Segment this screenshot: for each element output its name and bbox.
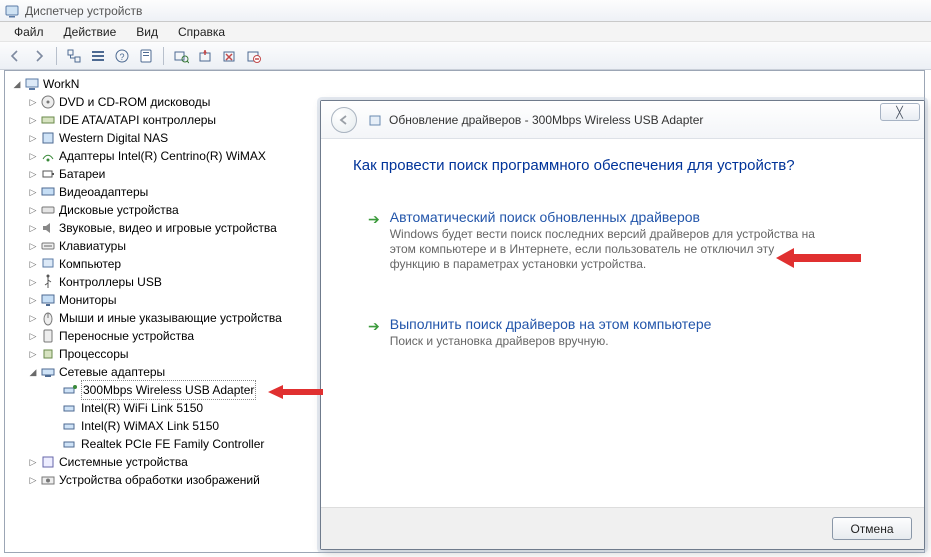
option-description: Поиск и установка драйверов вручную. — [390, 334, 712, 349]
tree-root[interactable]: ◢ WorkN — [9, 75, 920, 93]
monitor-icon — [40, 292, 56, 308]
mouse-icon — [40, 310, 56, 326]
system-icon — [40, 454, 56, 470]
toolbar-forward-icon[interactable] — [28, 45, 50, 67]
menu-action[interactable]: Действие — [54, 23, 127, 41]
collapse-icon[interactable]: ◢ — [11, 75, 23, 93]
network-adapter-icon — [62, 382, 78, 398]
arrow-icon: ➔ — [368, 318, 380, 335]
toolbar-help-icon[interactable]: ? — [111, 45, 133, 67]
cpu-icon — [40, 346, 56, 362]
computer-icon — [24, 76, 40, 92]
network-adapter-icon — [62, 418, 78, 434]
computer-node-icon — [40, 256, 56, 272]
close-button[interactable]: ╳ — [880, 103, 920, 121]
expand-icon[interactable]: ▷ — [27, 201, 39, 219]
window-title: Диспетчер устройств — [25, 4, 142, 18]
option-title: Автоматический поиск обновленных драйвер… — [390, 209, 820, 225]
option-auto-search[interactable]: ➔ Автоматический поиск обновленных драйв… — [361, 202, 892, 279]
imaging-icon — [40, 472, 56, 488]
expand-icon[interactable]: ▷ — [27, 345, 39, 363]
network-icon — [40, 364, 56, 380]
toolbar-back-icon[interactable] — [4, 45, 26, 67]
display-adapter-icon — [40, 184, 56, 200]
driver-update-dialog: Обновление драйверов - 300Mbps Wireless … — [320, 100, 925, 550]
toolbar-scan-icon[interactable] — [170, 45, 192, 67]
device-manager-icon — [4, 3, 20, 19]
expand-icon[interactable]: ▷ — [27, 183, 39, 201]
dialog-footer: Отмена — [321, 507, 924, 549]
expand-icon[interactable]: ▷ — [27, 327, 39, 345]
network-adapter-icon — [62, 436, 78, 452]
wimax-icon — [40, 148, 56, 164]
nas-icon — [40, 130, 56, 146]
expand-icon[interactable]: ▷ — [27, 453, 39, 471]
arrow-icon: ➔ — [368, 211, 380, 228]
cancel-button[interactable]: Отмена — [832, 517, 912, 540]
keyboard-icon — [40, 238, 56, 254]
dvd-icon — [40, 94, 56, 110]
expand-icon[interactable]: ▷ — [27, 471, 39, 489]
disk-icon — [40, 202, 56, 218]
toolbar-disable-icon[interactable] — [242, 45, 264, 67]
portable-icon — [40, 328, 56, 344]
expand-icon[interactable]: ▷ — [27, 309, 39, 327]
option-browse-computer[interactable]: ➔ Выполнить поиск драйверов на этом комп… — [361, 309, 892, 356]
network-adapter-icon — [62, 400, 78, 416]
back-button[interactable] — [331, 107, 357, 133]
dialog-title: Обновление драйверов - 300Mbps Wireless … — [389, 113, 703, 127]
usb-icon — [40, 274, 56, 290]
toolbar-divider — [56, 47, 57, 65]
device-icon — [367, 112, 383, 128]
expand-icon[interactable]: ▷ — [27, 291, 39, 309]
tree-root-label: WorkN — [43, 75, 79, 93]
expand-icon[interactable]: ▷ — [27, 93, 39, 111]
expand-icon[interactable]: ▷ — [27, 255, 39, 273]
menu-help[interactable]: Справка — [168, 23, 235, 41]
menu-view[interactable]: Вид — [126, 23, 168, 41]
collapse-icon[interactable]: ◢ — [27, 363, 39, 381]
expand-icon[interactable]: ▷ — [27, 129, 39, 147]
toolbar: ? — [0, 42, 931, 70]
toolbar-tree-icon[interactable] — [63, 45, 85, 67]
expand-icon[interactable]: ▷ — [27, 111, 39, 129]
dialog-question: Как провести поиск программного обеспече… — [353, 157, 892, 174]
toolbar-divider — [163, 47, 164, 65]
dialog-header: Обновление драйверов - 300Mbps Wireless … — [321, 101, 924, 139]
option-description: Windows будет вести поиск последних верс… — [390, 227, 820, 272]
toolbar-update-icon[interactable] — [194, 45, 216, 67]
expand-icon[interactable]: ▷ — [27, 165, 39, 183]
expand-icon[interactable]: ▷ — [27, 237, 39, 255]
menubar: Файл Действие Вид Справка — [0, 22, 931, 42]
ide-icon — [40, 112, 56, 128]
menu-file[interactable]: Файл — [4, 23, 54, 41]
expand-icon[interactable]: ▷ — [27, 219, 39, 237]
sound-icon — [40, 220, 56, 236]
battery-icon — [40, 166, 56, 182]
window-titlebar: Диспетчер устройств — [0, 0, 931, 22]
expand-icon[interactable]: ▷ — [27, 147, 39, 165]
toolbar-properties-icon[interactable] — [135, 45, 157, 67]
toolbar-list-icon[interactable] — [87, 45, 109, 67]
svg-text:?: ? — [119, 52, 124, 62]
option-title: Выполнить поиск драйверов на этом компью… — [390, 316, 712, 332]
toolbar-uninstall-icon[interactable] — [218, 45, 240, 67]
expand-icon[interactable]: ▷ — [27, 273, 39, 291]
dialog-body: Как провести поиск программного обеспече… — [321, 139, 924, 396]
